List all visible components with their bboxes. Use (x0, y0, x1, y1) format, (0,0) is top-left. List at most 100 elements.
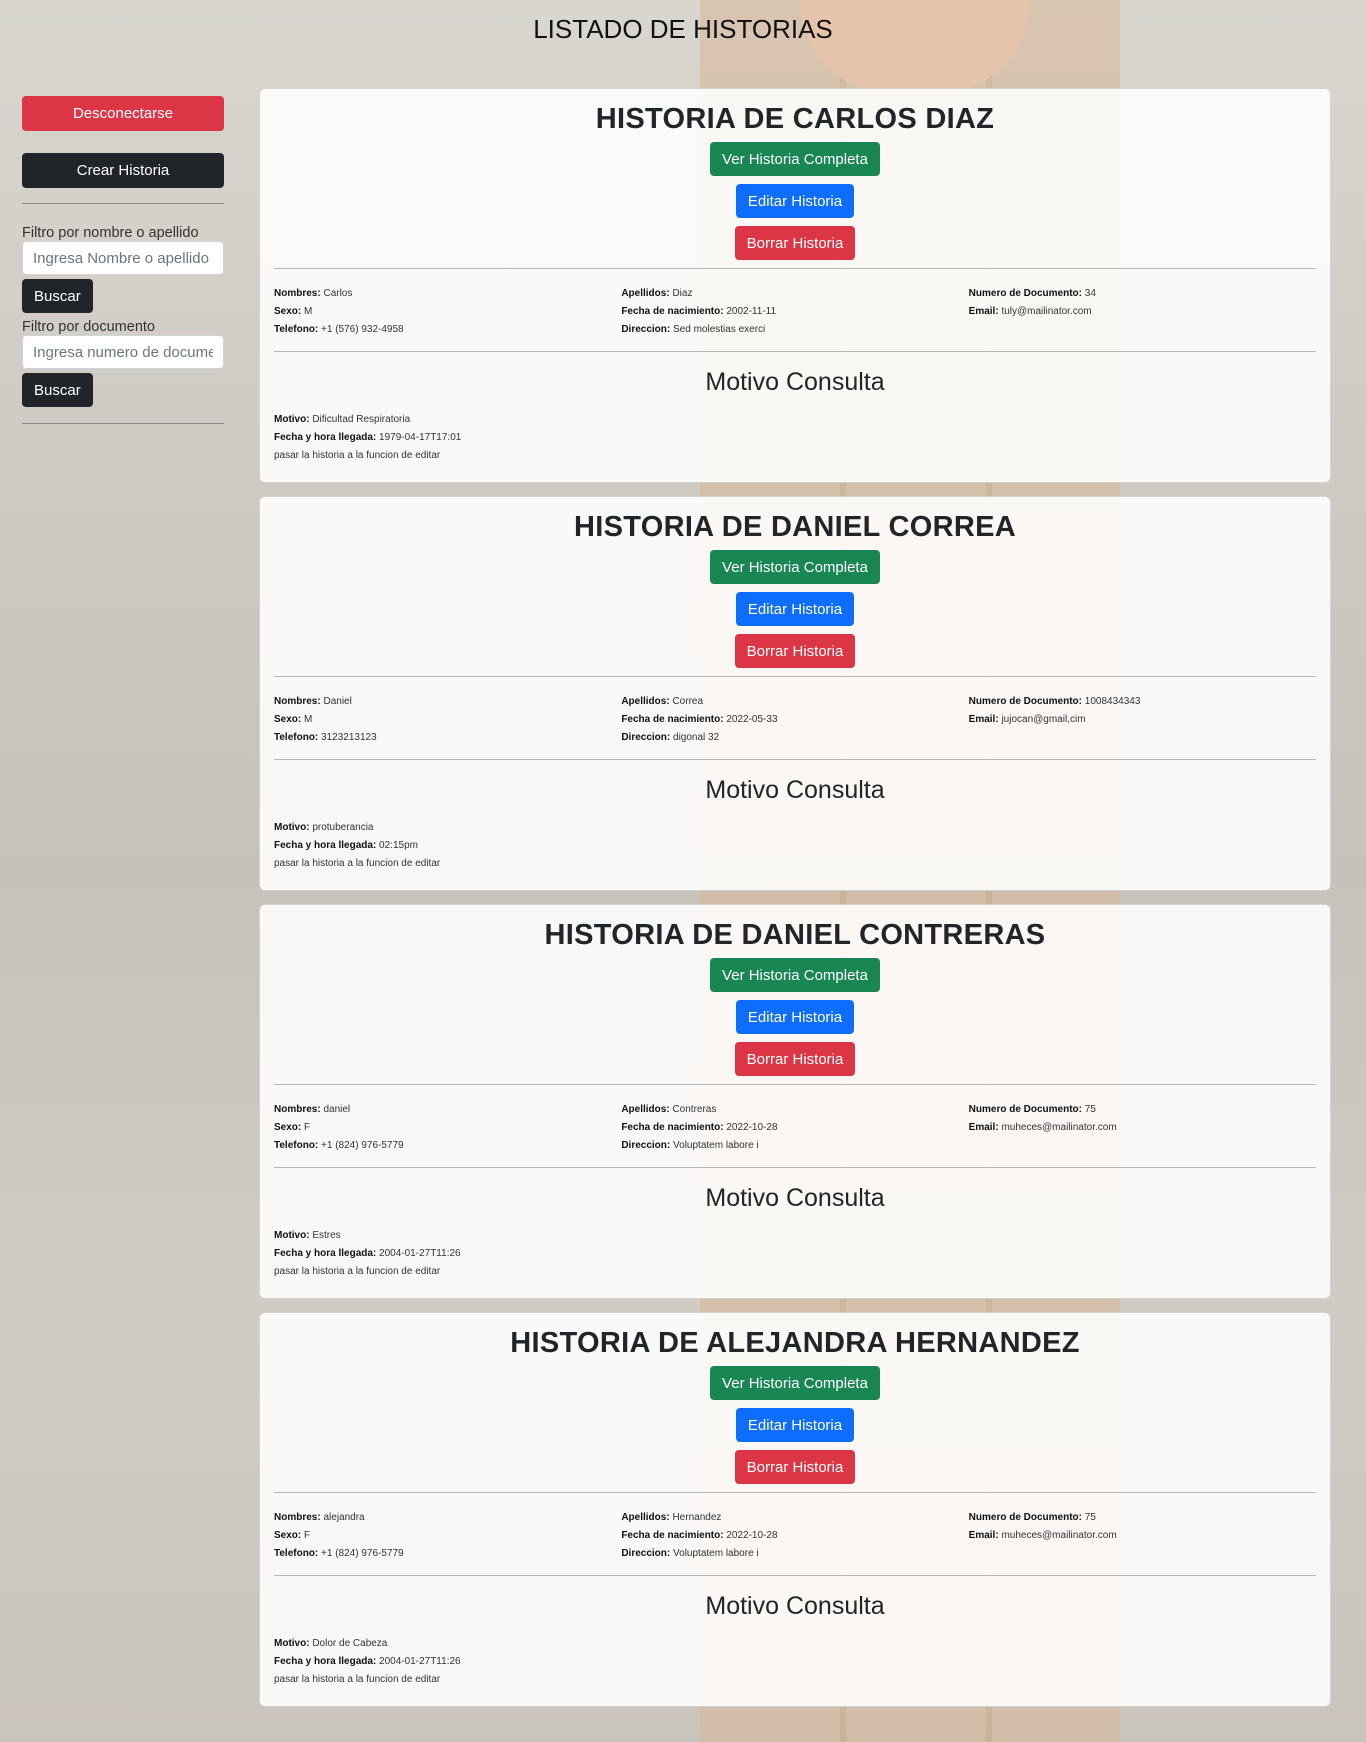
patient-info-col-1: Nombres: Daniel Sexo: M Telefono: 312321… (274, 693, 621, 747)
field-telefono: Telefono: +1 (824) 976-5779 (274, 1548, 404, 1559)
patient-info-col-3: Numero de Documento: 75 Email: muheces@m… (969, 1509, 1316, 1563)
edit-note: pasar la historia a la funcion de editar (274, 450, 441, 461)
history-actions: Ver Historia Completa Editar Historia Bo… (274, 1366, 1316, 1484)
field-telefono: Telefono: +1 (824) 976-5779 (274, 1140, 404, 1151)
patient-info: Nombres: alejandra Sexo: F Telefono: +1 … (274, 1493, 1316, 1575)
field-motivo: Motivo: Dificultad Respiratoria (274, 414, 411, 425)
field-llegada: Fecha y hora llegada: 1979-04-17T17:01 (274, 432, 462, 443)
card-divider (274, 351, 1316, 352)
patient-info-col-2: Apellidos: Contreras Fecha de nacimiento… (621, 1101, 968, 1155)
field-motivo: Motivo: Dolor de Cabeza (274, 1638, 388, 1649)
name-filter-input[interactable] (22, 241, 224, 275)
patient-info-col-3: Numero de Documento: 34 Email: tuly@mail… (969, 285, 1316, 339)
name-filter-label: Filtro por nombre o apellido (22, 225, 199, 241)
view-history-button[interactable]: Ver Historia Completa (710, 958, 880, 992)
field-nombres: Nombres: Carlos (274, 288, 353, 299)
name-search-button[interactable]: Buscar (22, 279, 93, 313)
field-sexo: Sexo: M (274, 306, 313, 317)
field-telefono: Telefono: +1 (576) 932-4958 (274, 324, 404, 335)
field-llegada: Fecha y hora llegada: 02:15pm (274, 840, 418, 851)
doc-filter-label: Filtro por documento (22, 319, 155, 335)
field-documento: Numero de Documento: 1008434343 (968, 696, 1141, 707)
patient-info-col-2: Apellidos: Hernandez Fecha de nacimiento… (621, 1509, 968, 1563)
field-motivo: Motivo: Estres (274, 1230, 341, 1241)
field-apellidos: Apellidos: Correa (621, 696, 704, 707)
field-nacimiento: Fecha de nacimiento: 2022-10-28 (621, 1530, 778, 1541)
delete-history-button[interactable]: Borrar Historia (734, 1042, 856, 1076)
history-title: HISTORIA DE DANIEL CORREA (573, 511, 1016, 543)
sidebar: Desconectarse Crear Historia Filtro por … (22, 96, 224, 424)
edit-history-button[interactable]: Editar Historia (735, 1000, 855, 1034)
field-apellidos: Apellidos: Contreras (621, 1104, 717, 1115)
field-sexo: Sexo: F (274, 1530, 311, 1541)
field-documento: Numero de Documento: 34 (968, 288, 1096, 299)
field-apellidos: Apellidos: Hernandez (621, 1512, 722, 1523)
sidebar-divider (22, 423, 224, 424)
page-title: LISTADO DE HISTORIAS (533, 14, 833, 44)
view-history-button[interactable]: Ver Historia Completa (710, 142, 880, 176)
motivo-title: Motivo Consulta (705, 1592, 885, 1620)
field-nombres: Nombres: alejandra (274, 1512, 365, 1523)
history-title: HISTORIA DE ALEJANDRA HERNANDEZ (510, 1327, 1080, 1359)
history-card: HISTORIA DE DANIEL CORREA Ver Historia C… (259, 496, 1331, 891)
history-actions: Ver Historia Completa Editar Historia Bo… (274, 958, 1316, 1076)
motivo-info: Motivo: Estres Fecha y hora llegada: 200… (274, 1227, 1316, 1281)
motivo-info: Motivo: protuberancia Fecha y hora llega… (274, 819, 1316, 873)
field-documento: Numero de Documento: 75 (968, 1104, 1096, 1115)
history-title: HISTORIA DE DANIEL CONTRERAS (544, 919, 1046, 951)
logout-button[interactable]: Desconectarse (22, 96, 224, 131)
create-history-button[interactable]: Crear Historia (22, 153, 224, 188)
edit-note: pasar la historia a la funcion de editar (274, 858, 441, 869)
edit-history-button[interactable]: Editar Historia (735, 184, 855, 218)
patient-info-col-3: Numero de Documento: 75 Email: muheces@m… (969, 1101, 1316, 1155)
field-apellidos: Apellidos: Diaz (621, 288, 693, 299)
patient-info: Nombres: Carlos Sexo: M Telefono: +1 (57… (274, 269, 1316, 351)
history-actions: Ver Historia Completa Editar Historia Bo… (274, 550, 1316, 668)
edit-history-button[interactable]: Editar Historia (735, 592, 855, 626)
field-llegada: Fecha y hora llegada: 2004-01-27T11:26 (274, 1656, 461, 1667)
field-email: Email: muheces@mailinator.com (968, 1530, 1117, 1541)
doc-filter-input[interactable] (22, 335, 224, 369)
patient-info-col-3: Numero de Documento: 1008434343 Email: j… (969, 693, 1316, 747)
patient-info: Nombres: daniel Sexo: F Telefono: +1 (82… (274, 1085, 1316, 1167)
field-nacimiento: Fecha de nacimiento: 2002-11-11 (621, 306, 777, 317)
history-card: HISTORIA DE ALEJANDRA HERNANDEZ Ver Hist… (259, 1312, 1331, 1707)
field-nacimiento: Fecha de nacimiento: 2022-10-28 (621, 1122, 778, 1133)
patient-info-col-1: Nombres: alejandra Sexo: F Telefono: +1 … (274, 1509, 621, 1563)
history-card: HISTORIA DE CARLOS DIAZ Ver Historia Com… (259, 88, 1331, 483)
motivo-info: Motivo: Dolor de Cabeza Fecha y hora lle… (274, 1635, 1316, 1689)
field-email: Email: jujocan@gmail,cim (968, 714, 1086, 725)
field-direccion: Direccion: Voluptatem labore i (621, 1548, 759, 1559)
field-llegada: Fecha y hora llegada: 2004-01-27T11:26 (274, 1248, 461, 1259)
view-history-button[interactable]: Ver Historia Completa (710, 550, 880, 584)
field-nombres: Nombres: Daniel (274, 696, 352, 707)
view-history-button[interactable]: Ver Historia Completa (710, 1366, 880, 1400)
motivo-title: Motivo Consulta (705, 368, 885, 396)
field-documento: Numero de Documento: 75 (968, 1512, 1096, 1523)
edit-note: pasar la historia a la funcion de editar (274, 1266, 441, 1277)
delete-history-button[interactable]: Borrar Historia (734, 226, 856, 260)
field-direccion: Direccion: Voluptatem labore i (621, 1140, 759, 1151)
motivo-info: Motivo: Dificultad Respiratoria Fecha y … (274, 411, 1316, 465)
field-email: Email: muheces@mailinator.com (968, 1122, 1117, 1133)
field-direccion: Direccion: digonal 32 (621, 732, 720, 743)
field-motivo: Motivo: protuberancia (274, 822, 374, 833)
field-sexo: Sexo: F (274, 1122, 311, 1133)
field-direccion: Direccion: Sed molestias exerci (621, 324, 766, 335)
history-card: HISTORIA DE DANIEL CONTRERAS Ver Histori… (259, 904, 1331, 1299)
field-sexo: Sexo: M (274, 714, 313, 725)
history-title: HISTORIA DE CARLOS DIAZ (595, 103, 995, 135)
field-nacimiento: Fecha de nacimiento: 2022-05-33 (621, 714, 778, 725)
delete-history-button[interactable]: Borrar Historia (734, 1450, 856, 1484)
history-actions: Ver Historia Completa Editar Historia Bo… (274, 142, 1316, 260)
history-list: HISTORIA DE CARLOS DIAZ Ver Historia Com… (259, 88, 1331, 1720)
field-telefono: Telefono: 3123213123 (274, 732, 377, 743)
patient-info-col-2: Apellidos: Correa Fecha de nacimiento: 2… (621, 693, 968, 747)
delete-history-button[interactable]: Borrar Historia (734, 634, 856, 668)
field-email: Email: tuly@mailinator.com (968, 306, 1092, 317)
motivo-title: Motivo Consulta (705, 776, 885, 804)
edit-history-button[interactable]: Editar Historia (735, 1408, 855, 1442)
doc-search-button[interactable]: Buscar (22, 373, 93, 407)
card-divider (274, 1167, 1316, 1168)
field-nombres: Nombres: daniel (274, 1104, 351, 1115)
